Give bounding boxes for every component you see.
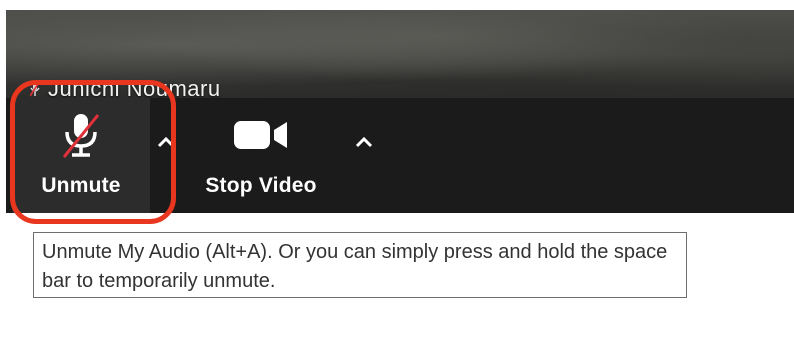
unmute-tooltip: Unmute My Audio (Alt+A). Or you can simp… (33, 232, 687, 298)
video-options-chevron-up-icon[interactable] (350, 128, 378, 156)
tooltip-text: Unmute My Audio (Alt+A). Or you can simp… (42, 241, 668, 292)
participant-video: Junichi Noumaru (6, 10, 794, 101)
muted-mic-icon (30, 80, 40, 98)
meeting-window: Junichi Noumaru Unmute Stop Video Unmute… (0, 0, 794, 337)
stop-video-label: Stop Video (205, 174, 317, 197)
audio-options-chevron-up-icon[interactable] (152, 128, 180, 156)
unmute-label: Unmute (41, 174, 121, 197)
microphone-muted-icon (61, 112, 101, 158)
unmute-button[interactable]: Unmute (12, 98, 150, 213)
stop-video-button[interactable]: Stop Video (192, 98, 330, 213)
meeting-toolbar: Unmute Stop Video (6, 98, 794, 213)
video-camera-icon (232, 112, 290, 158)
